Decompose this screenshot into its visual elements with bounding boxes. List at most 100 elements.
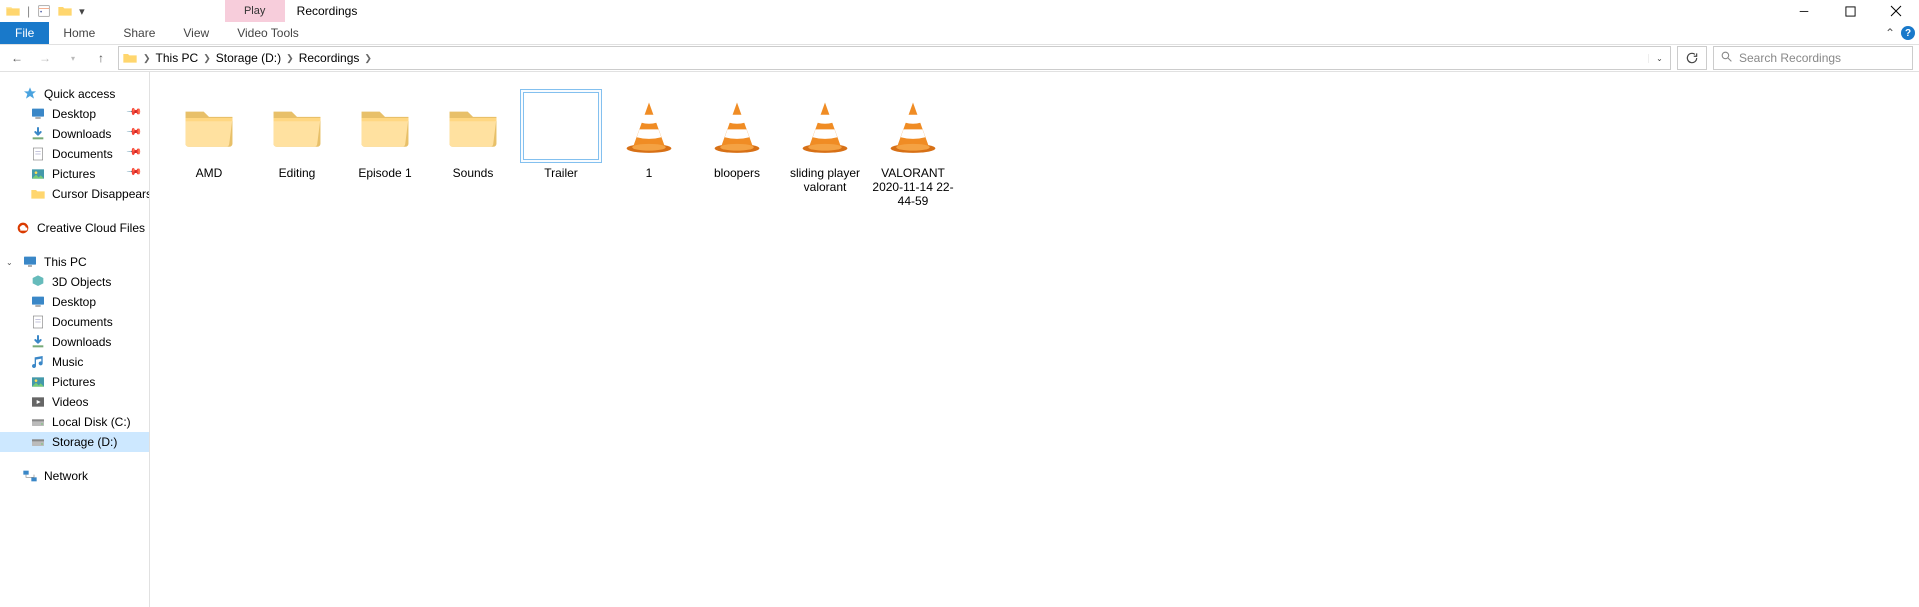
- up-button[interactable]: ↑: [90, 47, 112, 69]
- sidebar-item-downloads[interactable]: Downloads📌: [0, 124, 149, 144]
- sidebar-item-3d-objects[interactable]: 3D Objects: [0, 272, 149, 292]
- label: Network: [44, 469, 88, 483]
- sidebar-item-desktop[interactable]: Desktop: [0, 292, 149, 312]
- chevron-right-icon[interactable]: ❯: [362, 53, 374, 64]
- sidebar: Quick access Desktop📌Downloads📌Documents…: [0, 72, 150, 607]
- file-item-episode-1[interactable]: Episode 1: [342, 86, 428, 212]
- sidebar-item-documents[interactable]: Documents: [0, 312, 149, 332]
- sidebar-this-pc[interactable]: ⌄ This PC: [0, 252, 149, 272]
- minimize-button[interactable]: ─: [1781, 0, 1827, 22]
- sidebar-item-pictures[interactable]: Pictures: [0, 372, 149, 392]
- sidebar-item-downloads[interactable]: Downloads: [0, 332, 149, 352]
- file-item-trailer[interactable]: Trailer: [518, 86, 604, 212]
- search-input[interactable]: [1739, 51, 1912, 65]
- downloads-icon: [30, 334, 46, 350]
- sidebar-this-pc-group: ⌄ This PC 3D Objects Desktop DocumentsDown…: [0, 252, 149, 452]
- chevron-right-icon[interactable]: ❯: [141, 53, 153, 64]
- quick-access-toolbar: | ▾: [0, 0, 85, 22]
- videos-icon: [30, 394, 46, 410]
- search-box[interactable]: [1713, 46, 1913, 70]
- vlc-icon: [609, 90, 689, 162]
- file-label: Editing: [279, 166, 316, 180]
- sidebar-item-music[interactable]: Music: [0, 352, 149, 372]
- file-item-editing[interactable]: Editing: [254, 86, 340, 212]
- network-icon: [22, 468, 38, 484]
- caret-down-icon: ⌄: [6, 258, 16, 267]
- tab-file[interactable]: File: [0, 22, 49, 44]
- pictures-icon: [30, 374, 46, 390]
- file-label: Sounds: [453, 166, 494, 180]
- sidebar-item-pictures[interactable]: Pictures📌: [0, 164, 149, 184]
- tab-view[interactable]: View: [169, 22, 223, 44]
- tab-video-tools[interactable]: Video Tools: [223, 22, 313, 44]
- ribbon-expand-icon[interactable]: ⌃: [1885, 26, 1895, 40]
- history-dropdown[interactable]: ▾: [62, 47, 84, 69]
- folder-small-icon[interactable]: [56, 2, 74, 20]
- sidebar-quick-access[interactable]: Quick access: [0, 84, 149, 104]
- tab-home[interactable]: Home: [49, 22, 109, 44]
- pc-icon: [22, 254, 38, 270]
- titlebar: | ▾ Play Recordings ─: [0, 0, 1919, 22]
- folder-icon: [345, 90, 425, 162]
- chevron-right-icon[interactable]: ❯: [284, 53, 296, 64]
- refresh-button[interactable]: [1677, 46, 1707, 70]
- file-item-bloopers[interactable]: bloopers: [694, 86, 780, 212]
- help-icon[interactable]: ?: [1901, 26, 1915, 40]
- sidebar-item-storage-d-[interactable]: Storage (D:): [0, 432, 149, 452]
- documents-icon: [30, 146, 46, 162]
- cloud-icon: [15, 220, 31, 236]
- crumb-this-pc[interactable]: This PC: [153, 47, 202, 69]
- documents-icon: [30, 314, 46, 330]
- maximize-button[interactable]: [1827, 0, 1873, 22]
- properties-icon[interactable]: [35, 2, 53, 20]
- thumbnail: [521, 90, 601, 162]
- play-context-tab[interactable]: Play: [225, 0, 285, 22]
- back-button[interactable]: ←: [6, 47, 28, 69]
- pin-icon: 📌: [125, 104, 146, 124]
- label: Storage (D:): [52, 435, 117, 449]
- contextual-tabs: Play: [225, 0, 285, 22]
- label: Desktop: [52, 295, 96, 309]
- label: This PC: [44, 255, 87, 269]
- main: Quick access Desktop📌Downloads📌Documents…: [0, 72, 1919, 607]
- file-label: Episode 1: [358, 166, 411, 180]
- sidebar-item-cursor-disappears-on-ma[interactable]: Cursor Disappears on Ma: [0, 184, 149, 204]
- close-button[interactable]: [1873, 0, 1919, 22]
- folder-icon: [257, 90, 337, 162]
- chevron-right-icon[interactable]: ❯: [201, 53, 213, 64]
- sidebar-item-desktop[interactable]: Desktop📌: [0, 104, 149, 124]
- sidebar-creative-cloud[interactable]: Creative Cloud Files: [0, 218, 149, 238]
- crumb-storage[interactable]: Storage (D:): [213, 47, 284, 69]
- qat-overflow[interactable]: ▾: [77, 5, 85, 18]
- sidebar-item-documents[interactable]: Documents📌: [0, 144, 149, 164]
- disk-icon: [30, 414, 46, 430]
- crumb-recordings[interactable]: Recordings: [296, 47, 363, 69]
- sidebar-quick-access-group: Quick access Desktop📌Downloads📌Documents…: [0, 84, 149, 204]
- sidebar-item-videos[interactable]: Videos: [0, 392, 149, 412]
- search-icon: [1720, 50, 1733, 66]
- forward-button[interactable]: →: [34, 47, 56, 69]
- file-item-amd[interactable]: AMD: [166, 86, 252, 212]
- label: Pictures: [52, 167, 95, 181]
- sidebar-item-local-disk-c-[interactable]: Local Disk (C:): [0, 412, 149, 432]
- sidebar-network[interactable]: Network: [0, 466, 149, 486]
- file-label: 1: [646, 166, 653, 180]
- label: Cursor Disappears on Ma: [52, 187, 149, 201]
- address-bar[interactable]: ❯ This PC ❯ Storage (D:) ❯ Recordings ❯ …: [118, 46, 1671, 70]
- music-icon: [30, 354, 46, 370]
- pin-icon: 📌: [125, 124, 146, 144]
- label: Documents: [52, 147, 113, 161]
- address-dropdown[interactable]: ⌄: [1648, 54, 1670, 63]
- content-area[interactable]: AMD Editing Episode 1 Sounds Trailer 1 blooper…: [150, 72, 1919, 607]
- file-item-sounds[interactable]: Sounds: [430, 86, 516, 212]
- file-item-valorant-2020-11-14-22-44-59[interactable]: VALORANT 2020-11-14 22-44-59: [870, 86, 956, 212]
- tab-share[interactable]: Share: [109, 22, 169, 44]
- pictures-icon: [30, 166, 46, 182]
- sidebar-creative-cloud-group: Creative Cloud Files: [0, 218, 149, 238]
- label: Videos: [52, 395, 88, 409]
- file-item-1[interactable]: 1: [606, 86, 692, 212]
- file-label: bloopers: [714, 166, 760, 180]
- vlc-icon: [785, 90, 865, 162]
- file-item-sliding-player-valorant[interactable]: sliding player valorant: [782, 86, 868, 212]
- vlc-icon: [873, 90, 953, 162]
